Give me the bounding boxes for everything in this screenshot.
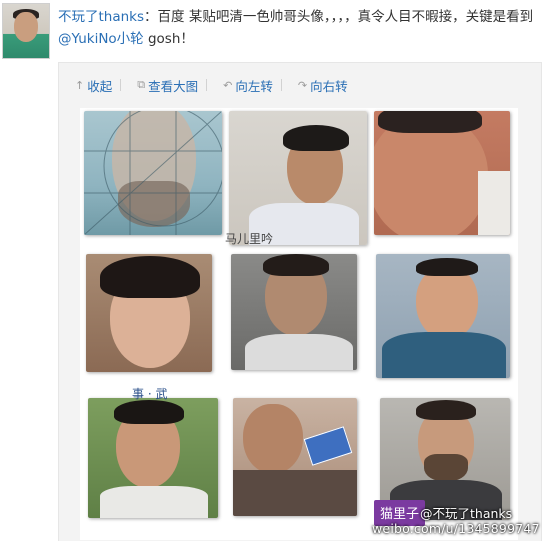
user-avatar[interactable] [2,3,50,59]
rotate-left-button[interactable]: ↶ 向左转 [207,76,281,95]
grid-overlay-lines [84,111,222,235]
shirt-shape [478,171,510,235]
rotate-left-label: 向左转 [235,78,273,94]
photo-4 [86,254,212,372]
rotate-right-button[interactable]: ↷ 向右转 [282,76,356,95]
post-text: 不玩了thanks：百度 某贴吧清一色帅哥头像，，，，真令人目不暇接，关键是看到… [58,6,546,50]
view-large-button[interactable]: ⧉ 查看大图 [121,76,206,95]
rotate-right-icon: ↷ [297,78,308,92]
stray-caption-2: 事 · 武 [132,387,168,401]
photo-6 [376,254,510,378]
stray-caption-1: 马儿里吟 [225,232,274,246]
card-shape [303,426,353,466]
hair-shape [378,111,482,133]
hair-shape [416,258,478,276]
photo-1 [84,111,222,235]
shirt-shape [233,470,357,516]
mention-link[interactable]: @YukiNo小轮 [58,31,144,47]
photo-3 [374,111,510,235]
arrow-up-icon: ↑ [75,78,85,92]
avatar-face [14,12,38,42]
media-toolbar: ↑ 收起 ⧉ 查看大图 ↶ 向左转 ↷ 向右转 [59,75,356,95]
enlarge-icon: ⧉ [137,78,146,91]
face-shape [374,115,488,235]
hair-shape [283,125,349,151]
hair-shape [114,400,184,424]
watermark-url: weibo.com/u/1345899747 [372,521,540,536]
face-shape [243,404,303,474]
post-username-link[interactable]: 不玩了thanks [58,9,144,25]
post-body-text: 百度 某贴吧清一色帅哥头像，，，，真令人目不暇接，关键是看到 [157,9,534,25]
photo-5 [231,254,357,370]
face-shape [416,266,478,340]
photo-8 [233,398,357,516]
collapse-label: 收起 [87,78,113,94]
post-colon: ： [144,9,158,25]
photo-collage[interactable]: 马儿里吟 事 · 武 [80,108,518,540]
beard-shape [424,454,468,482]
shirt-shape [245,334,353,370]
post-tail-text: gosh！ [143,31,194,47]
hair-shape [100,256,200,298]
collapse-button[interactable]: ↑ 收起 [59,76,120,95]
shirt-shape [100,486,208,518]
photo-2 [229,111,367,245]
hair-shape [263,254,329,276]
watermark-handle: @不玩了thanks [420,506,513,521]
jacket-shape [382,332,506,378]
hair-shape [416,400,476,420]
view-large-label: 查看大图 [148,78,199,94]
rotate-left-icon: ↶ [223,78,233,92]
rotate-right-label: 向右转 [310,78,348,94]
photo-7 [88,398,218,518]
